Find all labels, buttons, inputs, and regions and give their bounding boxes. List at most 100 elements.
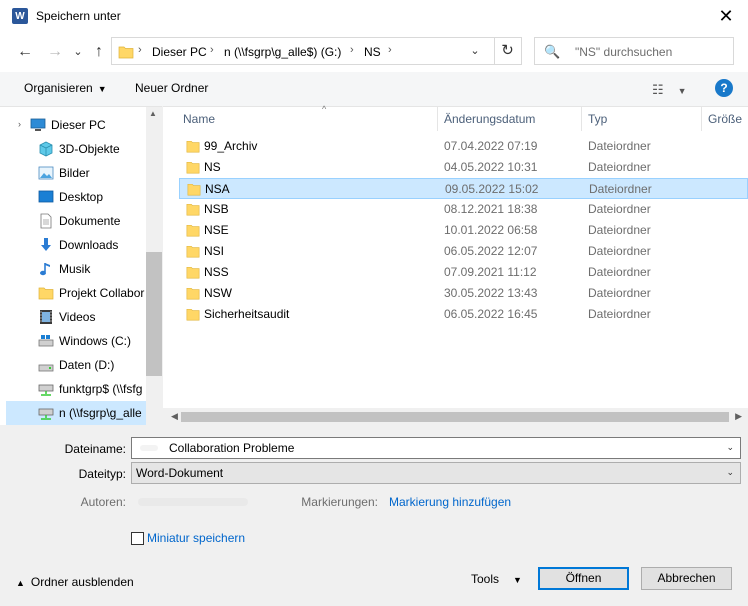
nav-item-3d-objects[interactable]: 3D-Objekte <box>0 137 146 161</box>
file-date: 08.12.2021 18:38 <box>444 202 538 216</box>
filename-label: Dateiname: <box>64 442 126 456</box>
horizontal-scrollbar[interactable]: ◀ ▶ <box>163 408 748 426</box>
file-row[interactable]: NSW 30.05.2022 13:43 Dateiordner <box>179 283 748 304</box>
file-name: NS <box>204 160 221 174</box>
file-row[interactable]: Sicherheitsaudit 06.05.2022 16:45 Dateiord… <box>179 304 748 325</box>
cube-icon <box>39 141 53 157</box>
column-header-size[interactable]: Größe <box>708 107 742 131</box>
scroll-right-icon[interactable]: ▶ <box>735 411 742 422</box>
nav-item-windows-drive[interactable]: Windows (C:) <box>0 329 146 353</box>
recent-locations-chevron-icon[interactable]: ⌄ <box>68 42 88 62</box>
filetype-dropdown-icon: ⌄ <box>726 467 734 477</box>
file-list[interactable]: Name ^ Änderungsdatum Typ Größe 99_Archi… <box>163 104 748 426</box>
folder-icon <box>187 183 201 196</box>
view-dropdown-icon: ▼ <box>677 86 687 96</box>
breadcrumb-ns[interactable]: NS <box>364 45 381 59</box>
filename-dropdown-icon[interactable]: ⌄ <box>726 442 734 453</box>
file-type: Dateiordner <box>588 202 651 216</box>
file-row[interactable]: NSB 08.12.2021 18:38 Dateiordner <box>179 199 748 220</box>
new-folder-button[interactable]: Neuer Ordner <box>135 81 208 95</box>
column-divider[interactable] <box>581 107 582 131</box>
file-row[interactable]: NS 04.05.2022 10:31 Dateiordner <box>179 157 748 178</box>
nav-item-funktgrp-drive[interactable]: funktgrp$ (\\fsfg <box>0 377 146 401</box>
nav-item-this-pc[interactable]: › Dieser PC <box>0 113 146 137</box>
view-options-icon[interactable]: ☷ ▼ <box>652 82 687 98</box>
file-row[interactable]: NSI 06.05.2022 12:07 Dateiordner <box>179 241 748 262</box>
save-thumbnail-label[interactable]: Miniatur speichern <box>147 531 245 545</box>
filetype-label: Dateityp: <box>78 467 126 481</box>
redacted-authors[interactable] <box>138 498 248 506</box>
nav-item-music[interactable]: Musik <box>0 257 146 281</box>
desktop-icon <box>38 190 54 203</box>
word-app-icon: W <box>12 8 28 24</box>
videos-icon <box>40 310 52 324</box>
save-thumbnail-checkbox[interactable] <box>131 532 144 545</box>
folder-icon <box>38 287 54 300</box>
open-button[interactable]: Öffnen <box>538 567 629 590</box>
drive-icon <box>38 335 54 347</box>
file-row[interactable]: NSE 10.01.2022 06:58 Dateiordner <box>179 220 748 241</box>
file-name: NSS <box>204 265 229 279</box>
file-type: Dateiordner <box>589 182 652 196</box>
scroll-left-icon[interactable]: ◀ <box>171 411 178 422</box>
breadcrumb-separator-icon: › <box>350 44 354 56</box>
filetype-select[interactable]: Word-Dokument ⌄ <box>131 462 741 484</box>
file-type: Dateiordner <box>588 286 651 300</box>
cancel-button[interactable]: Abbrechen <box>641 567 732 590</box>
address-dropdown-icon[interactable]: ⌄ <box>465 38 485 64</box>
column-header-type[interactable]: Typ <box>588 107 607 131</box>
address-bar[interactable]: › Dieser PC › n (\\fsgrp\g_alle$) (G:) ›… <box>111 37 522 65</box>
folder-icon <box>186 161 200 174</box>
filetype-value: Word-Dokument <box>136 466 224 480</box>
nav-item-project-folder[interactable]: Projekt Collabor <box>0 281 146 305</box>
breadcrumb-network-drive[interactable]: n (\\fsgrp\g_alle$) (G:) <box>224 45 341 59</box>
add-tag-link[interactable]: Markierung hinzufügen <box>389 495 511 509</box>
nav-item-data-drive[interactable]: Daten (D:) <box>0 353 146 377</box>
folder-icon <box>186 203 200 216</box>
refresh-icon[interactable]: ↻ <box>494 37 520 65</box>
breadcrumb-this-pc[interactable]: Dieser PC <box>152 45 207 59</box>
file-name: NSE <box>204 223 229 237</box>
nav-item-videos[interactable]: Videos <box>0 305 146 329</box>
file-row[interactable]: 99_Archiv 07.04.2022 07:19 Dateiordner <box>179 136 748 157</box>
column-divider[interactable] <box>701 107 702 131</box>
hide-folders-button[interactable]: ▲ Ordner ausblenden <box>16 575 134 589</box>
nav-item-downloads[interactable]: Downloads <box>0 233 146 257</box>
file-date: 07.04.2022 07:19 <box>444 139 538 153</box>
title-bar: W Speichern unter ✕ <box>0 0 748 32</box>
nav-item-n-drive[interactable]: n (\\fsgrp\g_alle <box>6 401 146 425</box>
navigation-pane[interactable]: › Dieser PC 3D-Objekte Bilder Desktop Do… <box>0 106 162 425</box>
nav-item-pictures[interactable]: Bilder <box>0 161 146 185</box>
back-arrow-icon[interactable]: ← <box>15 42 35 62</box>
filename-input[interactable]: Collaboration Probleme ⌄ <box>131 437 741 459</box>
column-header-date[interactable]: Änderungsdatum <box>444 107 535 131</box>
breadcrumb-separator-icon: › <box>388 44 392 56</box>
file-row[interactable]: NSA 09.05.2022 15:02 Dateiordner <box>179 178 748 199</box>
nav-item-label: Windows (C:) <box>59 334 132 348</box>
folder-icon <box>186 308 200 321</box>
scroll-up-icon[interactable]: ▲ <box>149 109 157 118</box>
close-icon[interactable]: ✕ <box>714 4 738 28</box>
scrollbar-thumb[interactable] <box>181 412 729 422</box>
up-arrow-icon[interactable]: ↑ <box>89 42 109 62</box>
tools-menu-button[interactable]: Tools ▼ <box>471 572 522 586</box>
expander-chevron-icon[interactable]: › <box>18 119 21 129</box>
sort-ascending-icon: ^ <box>322 104 327 114</box>
nav-item-desktop[interactable]: Desktop <box>0 185 146 209</box>
nav-pane-scrollbar[interactable]: ▲ <box>146 107 162 425</box>
help-icon[interactable]: ? <box>715 79 733 97</box>
organize-menu-button[interactable]: Organisieren ▼ <box>24 81 107 95</box>
column-header-name[interactable]: Name ^ <box>183 104 438 131</box>
file-date: 06.05.2022 12:07 <box>444 244 538 258</box>
forward-arrow-icon[interactable]: → <box>45 42 65 62</box>
tools-dropdown-icon: ▼ <box>513 575 522 585</box>
file-row[interactable]: NSS 07.09.2021 11:12 Dateiordner <box>179 262 748 283</box>
nav-item-label: Musik <box>59 262 91 276</box>
column-divider[interactable] <box>437 107 438 131</box>
scrollbar-thumb[interactable] <box>146 252 162 376</box>
pc-icon <box>30 118 46 131</box>
search-box[interactable]: 🔍 "NS" durchsuchen <box>534 37 734 65</box>
nav-item-documents[interactable]: Dokumente <box>0 209 146 233</box>
file-date: 10.01.2022 06:58 <box>444 223 538 237</box>
nav-item-label: Projekt Collabor <box>59 286 145 300</box>
